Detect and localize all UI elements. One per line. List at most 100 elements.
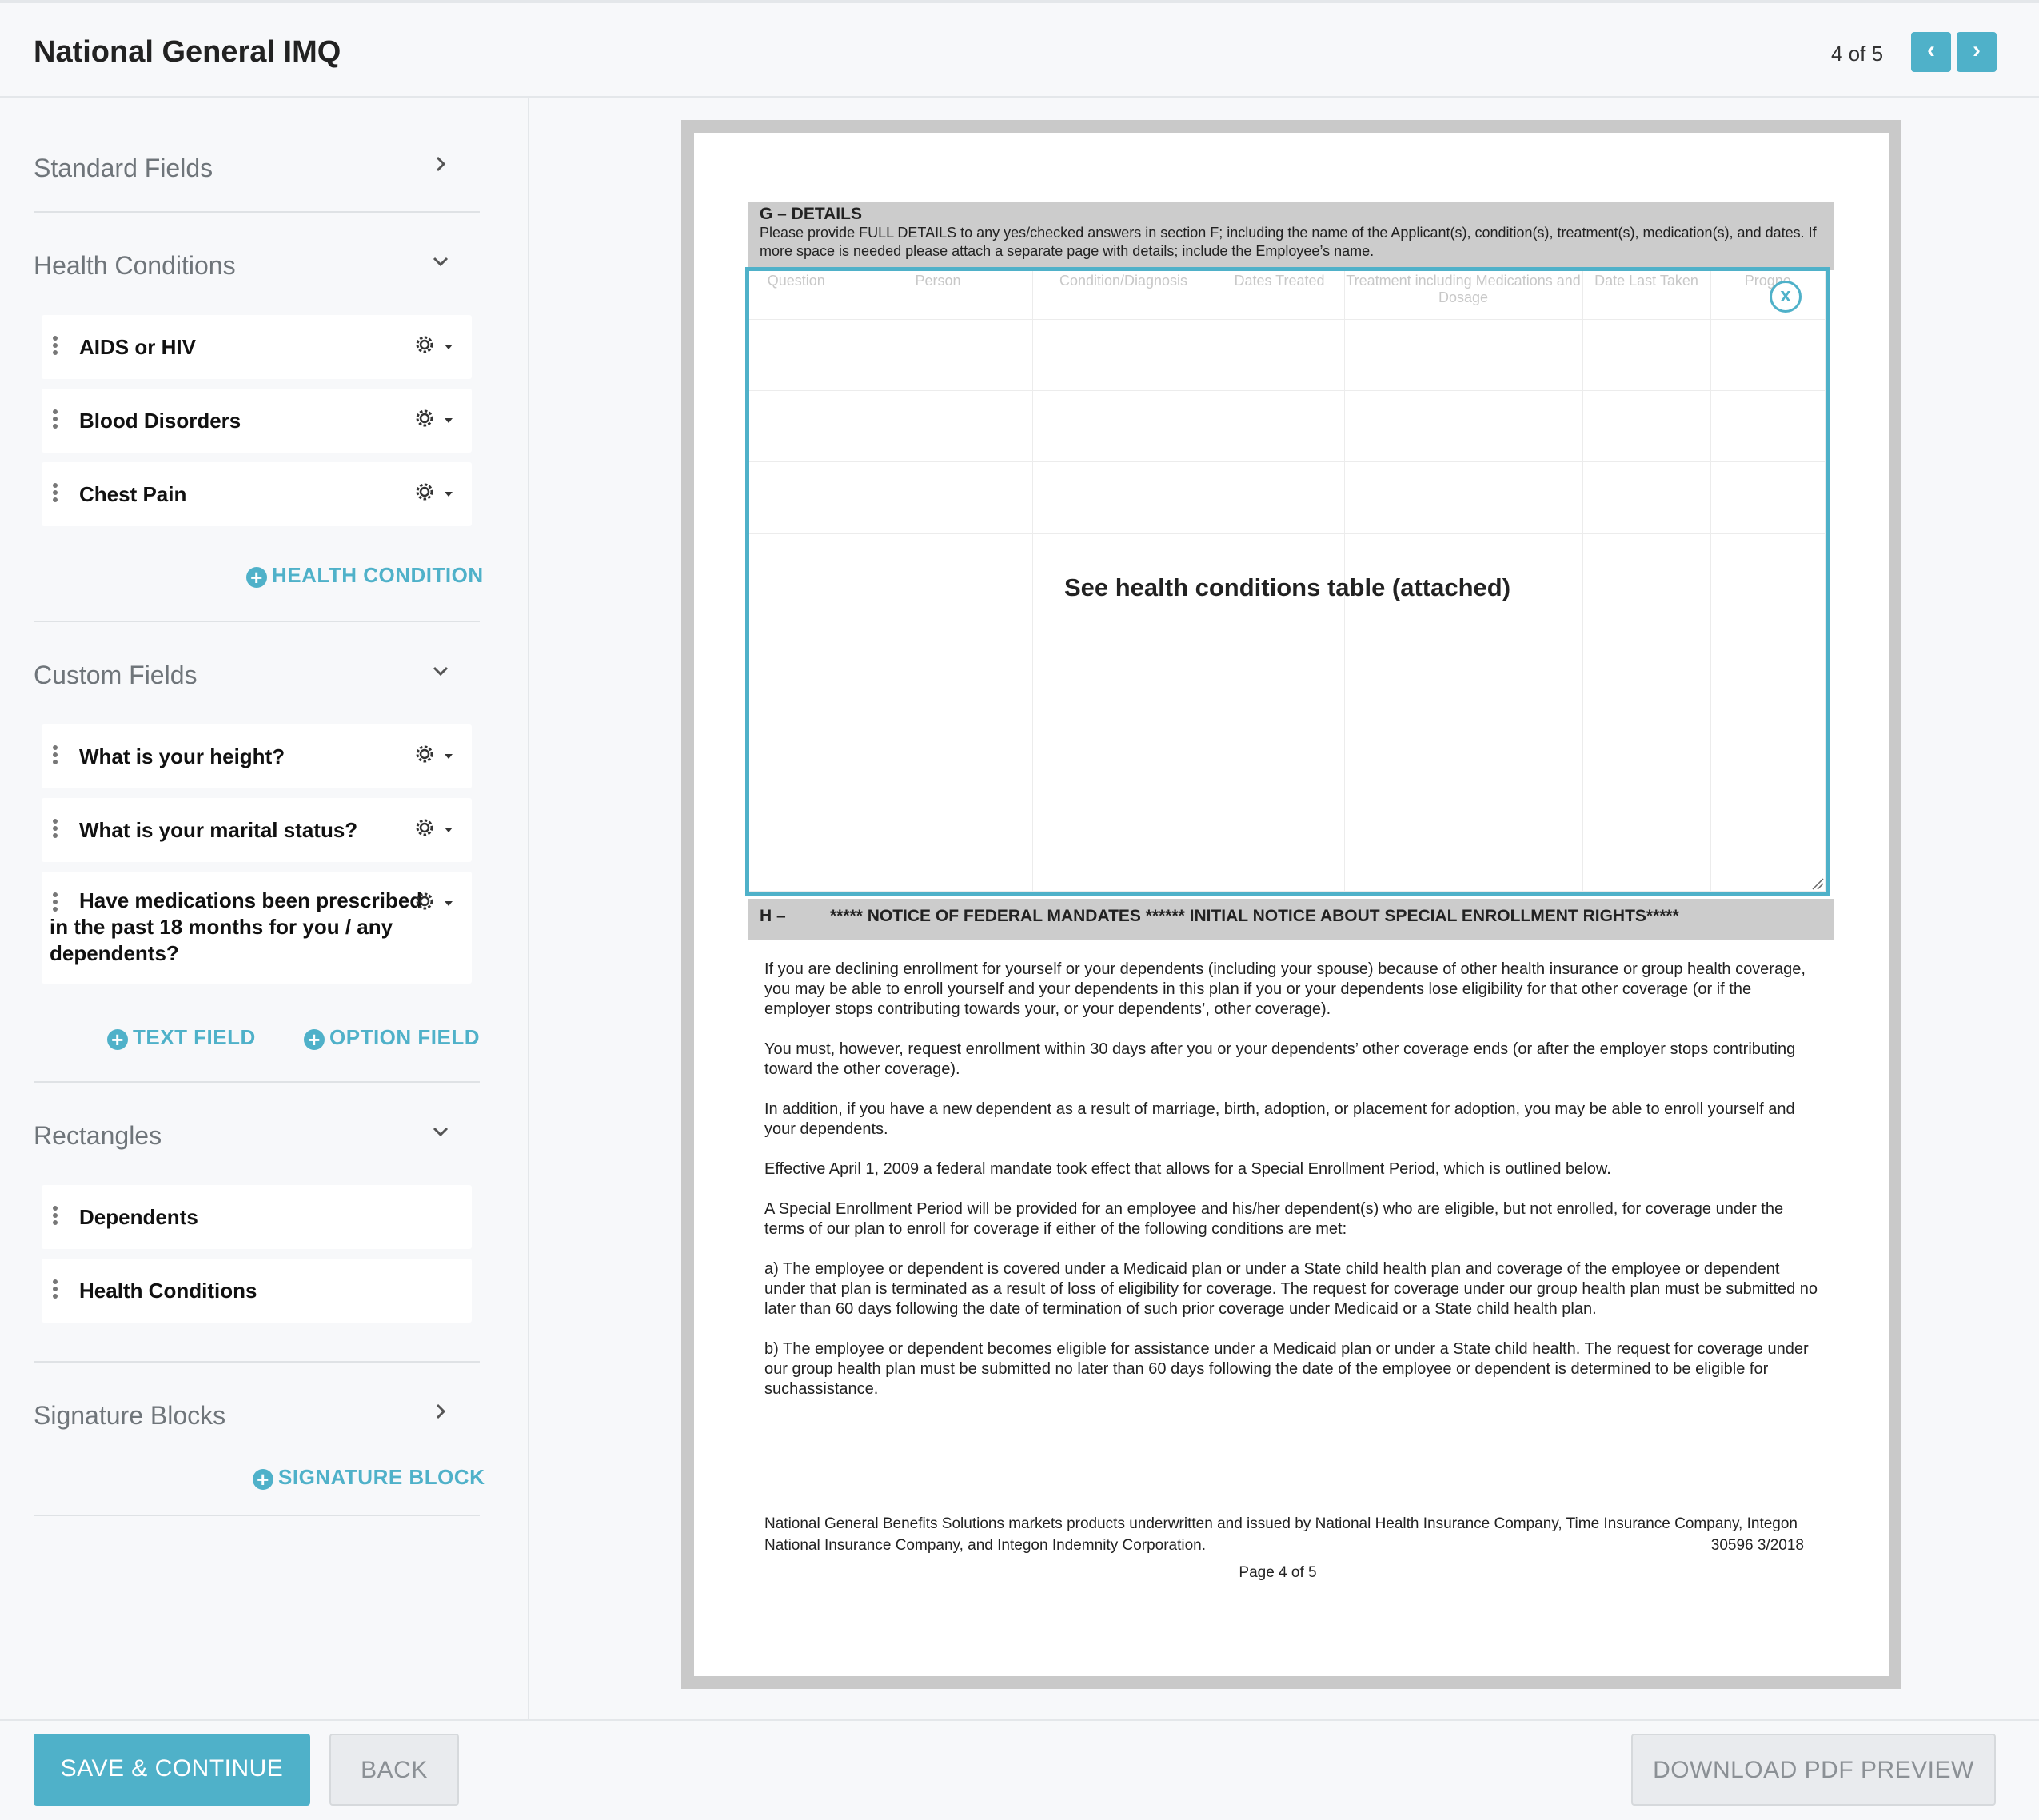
notice-paragraph: A Special Enrollment Period will be prov… xyxy=(764,1200,1784,1238)
chevron-right-icon xyxy=(436,156,446,172)
chevron-down-icon xyxy=(433,666,449,677)
gear-dropdown-icon[interactable] xyxy=(413,816,457,843)
drag-handle-icon[interactable] xyxy=(53,745,58,767)
section-h-title: ***** NOTICE OF FEDERAL MANDATES ****** … xyxy=(830,907,1679,925)
gear-dropdown-icon[interactable] xyxy=(413,742,457,769)
drag-handle-icon[interactable] xyxy=(53,483,58,505)
notice-paragraph: In addition, if you have a new dependent… xyxy=(764,1100,1795,1138)
document-page-number: Page 4 of 5 xyxy=(1239,1564,1317,1581)
next-page-button[interactable]: › xyxy=(1957,32,1997,72)
form-code: 30596 3/2018 xyxy=(1710,1537,1804,1554)
gear-dropdown-icon[interactable] xyxy=(413,889,457,916)
notice-paragraph: You must, however, request enrollment wi… xyxy=(764,1040,1796,1078)
drag-handle-icon[interactable] xyxy=(53,1206,58,1227)
table-row xyxy=(749,677,1826,749)
field-label: What is your marital status? xyxy=(79,818,358,842)
section-title: Rectangles xyxy=(34,1121,162,1150)
add-option-field-label: OPTION FIELD xyxy=(329,1025,480,1049)
rectangle-card[interactable]: Dependents xyxy=(42,1185,472,1249)
field-card[interactable]: What is your marital status? xyxy=(42,798,472,862)
chevron-down-icon xyxy=(433,257,449,267)
notice-paragraph: If you are declining enrollment for your… xyxy=(764,960,1806,1018)
field-label: Chest Pain xyxy=(79,482,187,506)
section-rectangles[interactable]: Rectangles xyxy=(34,1113,480,1161)
section-standard-fields[interactable]: Standard Fields xyxy=(34,146,480,194)
field-card[interactable]: What is your height? xyxy=(42,724,472,788)
section-g-description: Please provide FULL DETAILS to any yes/c… xyxy=(760,225,1817,259)
field-label: AIDS or HIV xyxy=(79,335,196,359)
add-signature-block-label: SIGNATURE BLOCK xyxy=(278,1465,485,1489)
section-h-header: H – ***** NOTICE OF FEDERAL MANDATES ****… xyxy=(748,899,1834,940)
table-row xyxy=(749,319,1826,391)
divider xyxy=(34,1361,480,1363)
download-pdf-preview-button[interactable]: DOWNLOAD PDF PREVIEW xyxy=(1631,1734,1996,1806)
resize-handle-icon[interactable] xyxy=(1811,877,1824,890)
table-row xyxy=(749,390,1826,463)
notice-body: If you are declining enrollment for your… xyxy=(764,960,1820,1419)
bottom-action-bar: SAVE & CONTINUE BACK DOWNLOAD PDF PREVIE… xyxy=(0,1719,2039,1820)
field-card[interactable]: AIDS or HIV xyxy=(42,315,472,379)
table-header: Dates Treated xyxy=(1215,271,1345,320)
section-h-prefix: H – xyxy=(760,907,786,925)
back-button[interactable]: BACK xyxy=(329,1734,459,1806)
chevron-right-icon xyxy=(436,1403,446,1419)
add-health-condition-button[interactable]: + HEALTH CONDITION xyxy=(246,563,484,588)
divider xyxy=(34,1081,480,1083)
save-continue-button[interactable]: SAVE & CONTINUE xyxy=(34,1734,310,1806)
rectangle-card[interactable]: Health Conditions xyxy=(42,1259,472,1323)
field-label: Blood Disorders xyxy=(79,409,241,433)
table-header: Condition/Diagnosis xyxy=(1032,271,1215,320)
add-health-condition-label: HEALTH CONDITION xyxy=(272,563,484,587)
field-card[interactable]: Have medications been prescribed in the … xyxy=(42,872,472,984)
previous-page-button[interactable]: ‹ xyxy=(1911,32,1951,72)
divider xyxy=(34,1515,480,1516)
remove-rectangle-button[interactable]: x xyxy=(1770,281,1802,313)
table-header: Person xyxy=(844,271,1033,320)
section-title: Health Conditions xyxy=(34,251,236,280)
add-option-field-button[interactable]: + OPTION FIELD xyxy=(304,1025,480,1050)
table-header: Progno xyxy=(1710,271,1826,320)
drag-handle-icon[interactable] xyxy=(53,1279,58,1301)
document-footer-note: National General Benefits Solutions mark… xyxy=(764,1513,1804,1556)
plus-circle-icon: + xyxy=(253,1469,273,1490)
drag-handle-icon[interactable] xyxy=(53,336,58,357)
notice-paragraph: b) The employee or dependent becomes eli… xyxy=(764,1340,1809,1398)
document-page: G – DETAILS Please provide FULL DETAILS … xyxy=(694,133,1889,1676)
add-signature-block-button[interactable]: + SIGNATURE BLOCK xyxy=(253,1465,485,1490)
drag-handle-icon[interactable] xyxy=(53,409,58,431)
drag-handle-icon[interactable] xyxy=(53,819,58,840)
rectangle-overlay-text: See health conditions table (attached) xyxy=(1063,573,1511,601)
fields-sidebar: Standard Fields Health Conditions AIDS o… xyxy=(0,98,529,1719)
section-health-conditions[interactable]: Health Conditions xyxy=(34,243,480,291)
notice-paragraph: Effective April 1, 2009 a federal mandat… xyxy=(764,1160,1611,1178)
section-title: Custom Fields xyxy=(34,661,198,689)
health-conditions-rectangle[interactable]: Question Person Condition/Diagnosis Date… xyxy=(745,267,1830,896)
rectangle-label: Dependents xyxy=(79,1205,198,1229)
plus-circle-icon: + xyxy=(107,1029,128,1050)
divider xyxy=(34,621,480,622)
field-card[interactable]: Chest Pain xyxy=(42,462,472,526)
gear-dropdown-icon[interactable] xyxy=(413,406,457,433)
table-header: Date Last Taken xyxy=(1582,271,1711,320)
add-text-field-button[interactable]: + TEXT FIELD xyxy=(107,1025,256,1050)
field-card[interactable]: Blood Disorders xyxy=(42,389,472,453)
section-custom-fields[interactable]: Custom Fields xyxy=(34,653,480,700)
table-row xyxy=(749,820,1826,892)
chevron-down-icon xyxy=(433,1127,449,1137)
table-header: Question xyxy=(749,271,844,320)
gear-dropdown-icon[interactable] xyxy=(413,480,457,507)
section-signature-blocks[interactable]: Signature Blocks xyxy=(34,1393,480,1441)
section-title: Signature Blocks xyxy=(34,1401,226,1430)
table-row xyxy=(749,461,1826,534)
rectangle-label: Health Conditions xyxy=(79,1279,257,1303)
section-g-title: G – DETAILS xyxy=(760,205,862,223)
page-title: National General IMQ xyxy=(34,35,341,69)
section-title: Standard Fields xyxy=(34,154,213,182)
section-g-header: G – DETAILS Please provide FULL DETAILS … xyxy=(748,202,1834,270)
gear-dropdown-icon[interactable] xyxy=(413,333,457,360)
table-row xyxy=(749,748,1826,820)
field-label: What is your height? xyxy=(79,744,285,768)
plus-circle-icon: + xyxy=(246,567,267,588)
field-label: Have medications been prescribed in the … xyxy=(50,888,423,965)
document-preview-frame: G – DETAILS Please provide FULL DETAILS … xyxy=(681,120,1901,1689)
